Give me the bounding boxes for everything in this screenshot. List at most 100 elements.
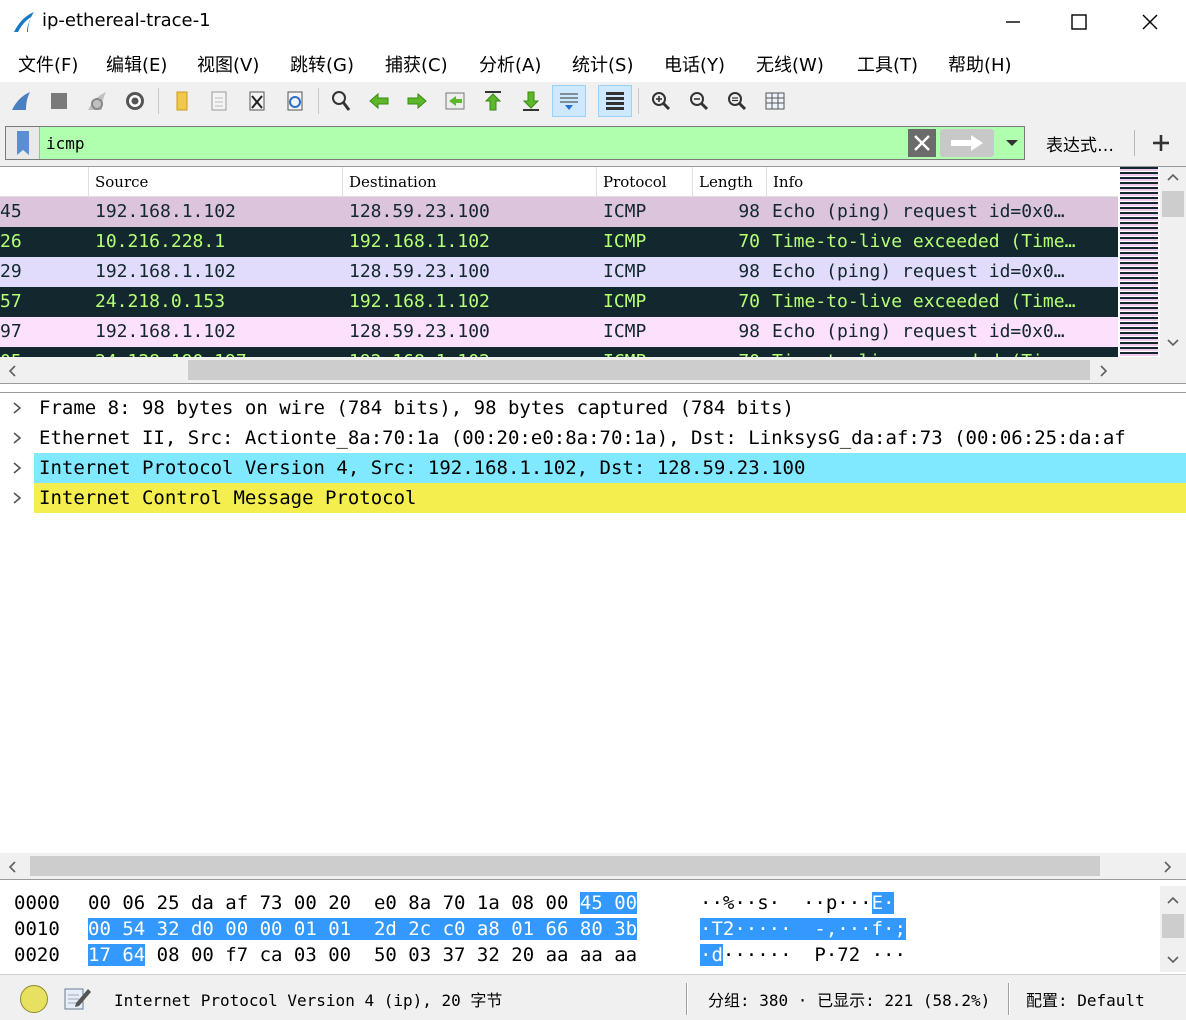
find-packet-button[interactable] [324, 85, 358, 117]
cell-destination: 192.168.1.102 [349, 231, 490, 252]
hex-bytes[interactable]: 00 06 25 da af 73 00 20 e0 8a 70 1a 08 0… [88, 890, 638, 916]
byte-row: 0010 00 54 32 d0 00 00 01 01 2d 2c c0 a8 … [0, 916, 1150, 942]
menu-wireless[interactable]: 无线(W) [756, 51, 824, 77]
hex-bytes[interactable]: 17 64 08 00 f7 ca 03 00 50 03 37 32 20 a… [88, 942, 637, 968]
expert-info-indicator-icon[interactable] [20, 985, 48, 1013]
scroll-thumb[interactable] [1162, 914, 1184, 938]
scroll-right-icon[interactable] [1100, 365, 1108, 377]
menu-telephony[interactable]: 电话(Y) [664, 51, 725, 77]
packet-list-vertical-scrollbar[interactable] [1160, 167, 1186, 357]
ascii-selected: ·T2····· -,···f·; [700, 918, 906, 940]
scroll-up-icon[interactable] [1167, 173, 1179, 181]
reload-file-button[interactable] [278, 85, 312, 117]
menu-statistics[interactable]: 统计(S) [572, 51, 633, 77]
maximize-icon [1071, 14, 1087, 30]
go-forward-button[interactable] [400, 85, 434, 117]
menu-file[interactable]: 文件(F) [18, 51, 78, 77]
last-packet-button[interactable] [514, 85, 548, 117]
packet-row[interactable]: 05 24.128.190.197 192.168.1.102 ICMP70 Time-… [0, 347, 1118, 357]
stop-capture-button[interactable] [42, 85, 76, 117]
close-file-button[interactable] [240, 85, 274, 117]
packet-row[interactable]: 97 192.168.1.102 128.59.23.100 ICMP 98 Echo (… [0, 317, 1118, 347]
status-profile[interactable]: 配置: Default [1026, 987, 1145, 1011]
scroll-left-icon[interactable] [8, 861, 16, 873]
first-packet-icon [484, 91, 502, 111]
first-packet-button[interactable] [476, 85, 510, 117]
scroll-thumb[interactable] [188, 360, 1090, 380]
scroll-down-icon[interactable] [1167, 339, 1179, 347]
scroll-down-icon[interactable] [1167, 956, 1179, 964]
capture-comment-pencil-icon[interactable] [62, 983, 92, 1013]
zoom-in-button[interactable] [644, 85, 678, 117]
ascii-bytes[interactable]: ··%··s· ··p···E· [700, 890, 895, 916]
detail-tree-row[interactable]: Ethernet II, Src: Actionte_8a:70:1a (00:… [0, 423, 1186, 453]
packet-row[interactable]: 26 10.216.228.1 192.168.1.102 ICMP 70 Time-to… [0, 227, 1118, 257]
start-capture-button[interactable] [4, 85, 38, 117]
details-horizontal-scrollbar[interactable] [0, 853, 1186, 879]
autoscroll-button[interactable] [552, 85, 586, 117]
filter-bookmark-button[interactable] [6, 127, 40, 159]
capture-options-button[interactable] [118, 85, 152, 117]
go-back-button[interactable] [362, 85, 396, 117]
menu-tools[interactable]: 工具(T) [857, 51, 918, 77]
close-window-button[interactable] [1127, 0, 1173, 44]
save-file-button[interactable] [202, 85, 236, 117]
status-separator [686, 983, 688, 1015]
filter-history-dropdown[interactable] [1000, 129, 1024, 157]
chevron-right-icon[interactable] [8, 393, 26, 423]
column-header-destination[interactable]: Destination [342, 167, 596, 197]
detail-tree-row[interactable]: Internet Control Message Protocol [0, 483, 1186, 513]
column-header-protocol[interactable]: Protocol [596, 167, 692, 197]
cell-source: 192.168.1.102 [95, 261, 236, 282]
bytes-vertical-scrollbar[interactable] [1160, 886, 1186, 972]
maximize-button[interactable] [1056, 0, 1102, 44]
ascii-bytes[interactable]: ·d······ P·72 ··· [700, 942, 906, 968]
expression-button[interactable]: 表达式… [1030, 126, 1130, 160]
column-header-no[interactable] [0, 167, 88, 197]
restart-capture-button[interactable] [80, 85, 114, 117]
menu-edit[interactable]: 编辑(E) [106, 51, 167, 77]
packet-list-horizontal-scrollbar[interactable] [0, 357, 1186, 383]
chevron-right-icon[interactable] [8, 423, 26, 453]
chevron-right-icon[interactable] [8, 453, 26, 483]
cell-length: 98 [738, 201, 760, 222]
menu-analyze[interactable]: 分析(A) [479, 51, 541, 77]
hex-bytes[interactable]: 00 54 32 d0 00 00 01 01 2d 2c c0 a8 01 6… [88, 916, 638, 942]
open-file-button[interactable] [164, 85, 198, 117]
cell-protocol: ICMP [603, 321, 647, 342]
go-to-packet-button[interactable] [438, 85, 472, 117]
packet-minimap[interactable] [1120, 167, 1158, 357]
display-filter-input[interactable] [46, 132, 896, 154]
add-filter-button[interactable] [1146, 128, 1176, 158]
detail-tree-label: Ethernet II, Src: Actionte_8a:70:1a (00:… [34, 423, 1186, 453]
apply-filter-button[interactable] [940, 129, 994, 157]
close-icon [1142, 14, 1158, 30]
colorize-button[interactable] [598, 85, 632, 117]
detail-tree-row[interactable]: Frame 8: 98 bytes on wire (784 bits), 98… [0, 393, 1186, 423]
column-header-length[interactable]: Length [692, 167, 766, 197]
packet-row[interactable]: 57 24.218.0.153 192.168.1.102 ICMP 70 Time-to… [0, 287, 1118, 317]
zoom-normal-button[interactable] [720, 85, 754, 117]
minimize-button[interactable] [990, 0, 1036, 44]
menu-go[interactable]: 跳转(G) [290, 51, 354, 77]
packet-row[interactable]: 29 192.168.1.102 128.59.23.100 ICMP 98 Echo (… [0, 257, 1118, 287]
packet-row[interactable]: 45 192.168.1.102 128.59.23.100 ICMP 98 Echo (… [0, 197, 1118, 227]
scroll-thumb[interactable] [1162, 191, 1184, 217]
menu-view[interactable]: 视图(V) [197, 51, 259, 77]
menu-capture[interactable]: 捕获(C) [385, 51, 448, 77]
menu-help[interactable]: 帮助(H) [948, 51, 1012, 77]
chevron-right-icon[interactable] [8, 483, 26, 513]
scroll-right-icon[interactable] [1164, 861, 1172, 873]
zoom-out-button[interactable] [682, 85, 716, 117]
ascii-selected: ·d [700, 944, 723, 966]
ascii-bytes[interactable]: ·T2····· -,···f·; [700, 916, 906, 942]
scroll-up-icon[interactable] [1167, 896, 1179, 904]
resize-columns-button[interactable] [758, 85, 792, 117]
scroll-left-icon[interactable] [8, 365, 16, 377]
column-header-info[interactable]: Info [766, 167, 1118, 197]
clear-filter-button[interactable] [908, 129, 936, 157]
column-header-source[interactable]: Source [88, 167, 342, 197]
detail-tree-row[interactable]: Internet Protocol Version 4, Src: 192.16… [0, 453, 1186, 483]
cell-destination: 128.59.23.100 [349, 321, 490, 342]
scroll-thumb[interactable] [30, 856, 1100, 876]
